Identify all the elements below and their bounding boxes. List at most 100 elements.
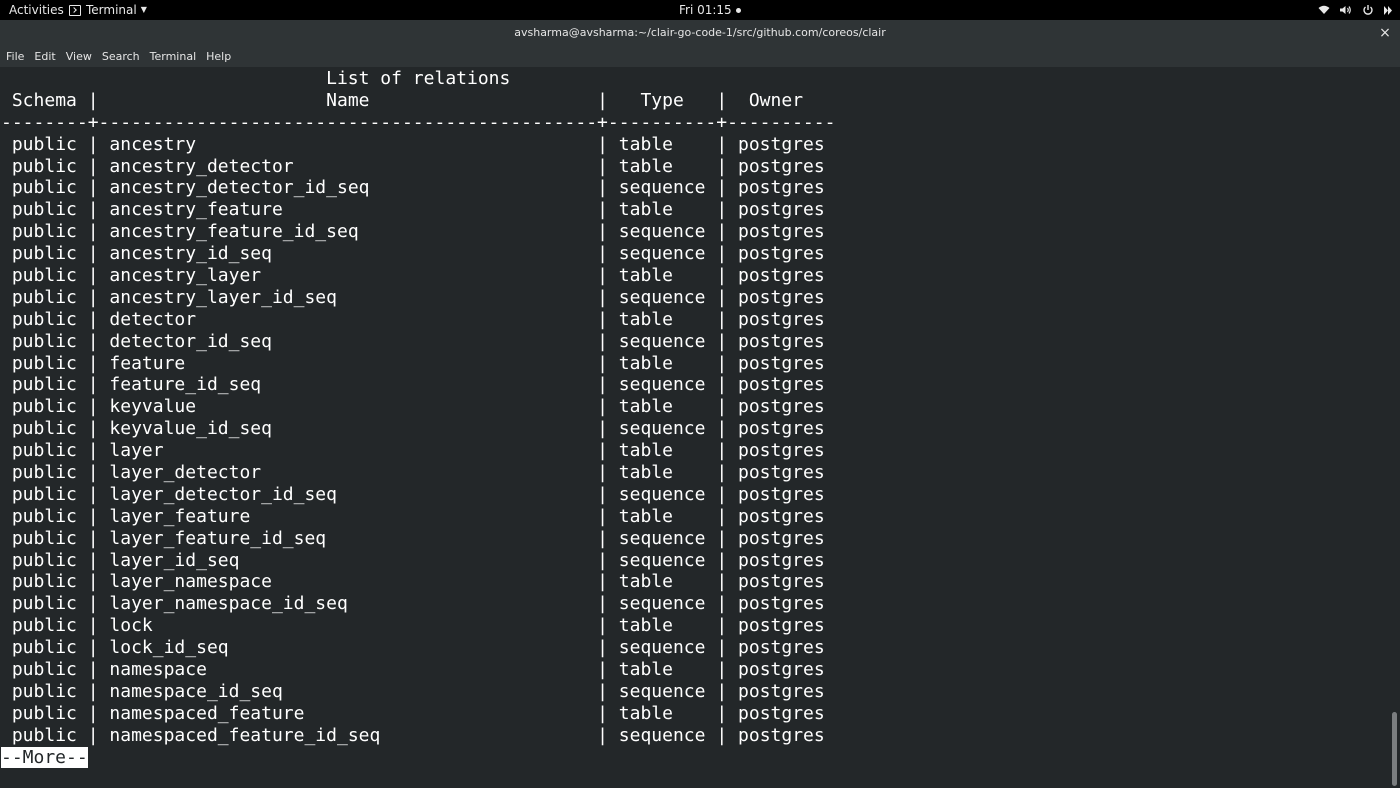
table-row: public | lock | table | postgres — [11, 615, 825, 637]
terminal-scrollbar[interactable] — [1390, 67, 1400, 788]
table-cell: sequence — [618, 483, 706, 505]
table-row: public | layer_namespace | table | postg… — [11, 571, 825, 593]
table-cell: postgres — [738, 374, 825, 396]
table-cell: public — [11, 549, 77, 571]
table-cell: sequence — [618, 527, 706, 549]
table-cell: ancestry_layer — [109, 265, 262, 287]
column-header: Owner — [748, 89, 804, 111]
table-cell: table — [618, 505, 673, 527]
table-cell: layer_feature_id_seq — [109, 527, 327, 549]
table-row: public | ancestry_layer_id_seq | sequenc… — [11, 286, 825, 308]
table-cell: postgres — [738, 593, 825, 615]
table-cell: public — [11, 637, 77, 659]
table-cell: postgres — [738, 352, 825, 374]
table-cell: postgres — [738, 505, 825, 527]
table-cell: sequence — [618, 418, 706, 440]
table-row: public | namespace_id_seq | sequence | p… — [11, 680, 825, 702]
app-menu-label: Terminal — [86, 3, 137, 17]
table-cell: table — [618, 702, 673, 724]
table-cell: postgres — [738, 330, 825, 352]
table-cell: public — [11, 527, 77, 549]
table-cell: sequence — [618, 637, 706, 659]
menu-file[interactable]: File — [0, 47, 29, 67]
table-row: public | ancestry_detector | table | pos… — [11, 155, 825, 177]
table-cell: public — [11, 374, 77, 396]
menu-view[interactable]: View — [61, 47, 97, 67]
table-row: public | layer_namespace_id_seq | sequen… — [11, 593, 825, 615]
power-icon — [1362, 4, 1374, 16]
table-caption: List of relations — [326, 68, 511, 89]
table-cell: table — [618, 155, 673, 177]
table-cell: postgres — [738, 702, 825, 724]
table-cell: postgres — [738, 680, 825, 702]
scrollbar-thumb[interactable] — [1392, 712, 1397, 786]
table-cell: postgres — [738, 133, 825, 155]
table-cell: table — [618, 440, 673, 462]
table-cell: public — [11, 418, 77, 440]
table-cell: public — [11, 396, 77, 418]
terminal-output[interactable]: List of relations Schema | Name | Type |… — [0, 67, 1390, 788]
column-header: Schema — [11, 89, 77, 111]
close-button[interactable]: × — [1378, 26, 1392, 40]
table-cell: layer — [109, 440, 164, 462]
table-cell: keyvalue — [109, 396, 197, 418]
table-cell: sequence — [618, 243, 706, 265]
table-row: public | layer_id_seq | sequence | postg… — [11, 549, 825, 571]
table-row: public | ancestry_id_seq | sequence | po… — [11, 243, 825, 265]
table-cell: postgres — [738, 396, 825, 418]
battery-icon — [1384, 5, 1392, 15]
menu-edit[interactable]: Edit — [29, 47, 60, 67]
column-header: Name — [326, 89, 370, 111]
table-row: public | namespace | table | postgres — [11, 659, 825, 681]
table-row: public | feature | table | postgres — [11, 352, 825, 374]
table-cell: postgres — [738, 637, 825, 659]
table-cell: ancestry_detector — [109, 155, 294, 177]
table-cell: postgres — [738, 199, 825, 221]
table-row: public | lock_id_seq | sequence | postgr… — [11, 637, 825, 659]
table-cell: namespaced_feature — [109, 702, 305, 724]
table-cell: public — [11, 308, 77, 330]
pager-line: --More-- — [1, 746, 836, 769]
wifi-icon — [1318, 5, 1330, 15]
table-cell: public — [11, 221, 77, 243]
table-row: public | feature_id_seq | sequence | pos… — [11, 374, 825, 396]
table-cell: public — [11, 286, 77, 308]
menu-terminal[interactable]: Terminal — [145, 47, 202, 67]
activities-button[interactable]: Activities — [9, 0, 64, 20]
app-menu-button[interactable]: Terminal ▼ — [69, 0, 147, 20]
table-cell: table — [618, 199, 673, 221]
table-row: public | ancestry_detector_id_seq | sequ… — [11, 177, 825, 199]
table-cell: sequence — [618, 374, 706, 396]
table-cell: public — [11, 352, 77, 374]
table-cell: postgres — [738, 724, 825, 746]
menu-help[interactable]: Help — [201, 47, 236, 67]
table-cell: layer_detector — [109, 462, 262, 484]
table-cell: public — [11, 330, 77, 352]
table-row: public | layer_feature_id_seq | sequence… — [11, 527, 825, 549]
table-cell: layer_feature — [109, 505, 251, 527]
table-row: public | ancestry_feature_id_seq | seque… — [11, 221, 825, 243]
menu-search[interactable]: Search — [97, 47, 145, 67]
menubar: File Edit View Search Terminal Help — [0, 47, 1400, 67]
table-cell: sequence — [618, 549, 706, 571]
table-cell: namespace_id_seq — [109, 680, 283, 702]
table-cell: postgres — [738, 155, 825, 177]
table-row: public | keyvalue_id_seq | sequence | po… — [11, 418, 825, 440]
system-tray[interactable] — [1318, 0, 1392, 20]
window-titlebar[interactable]: avsharma@avsharma:~/clair-go-code-1/src/… — [0, 20, 1400, 47]
table-cell: sequence — [618, 330, 706, 352]
table-cell: postgres — [738, 308, 825, 330]
window-title: avsharma@avsharma:~/clair-go-code-1/src/… — [514, 26, 886, 39]
table-cell: layer_detector_id_seq — [109, 483, 337, 505]
clock-label: Fri 01:15 — [679, 3, 732, 17]
table-cell: feature_id_seq — [109, 374, 262, 396]
table-row: public | ancestry | table | postgres — [11, 133, 825, 155]
table-cell: postgres — [738, 221, 825, 243]
volume-icon — [1340, 5, 1352, 15]
table-cell: postgres — [738, 418, 825, 440]
table-row: public | layer | table | postgres — [11, 440, 825, 462]
table-cell: postgres — [738, 571, 825, 593]
table-cell: table — [618, 133, 673, 155]
clock-button[interactable]: Fri 01:15 — [679, 0, 741, 20]
table-cell: public — [11, 243, 77, 265]
